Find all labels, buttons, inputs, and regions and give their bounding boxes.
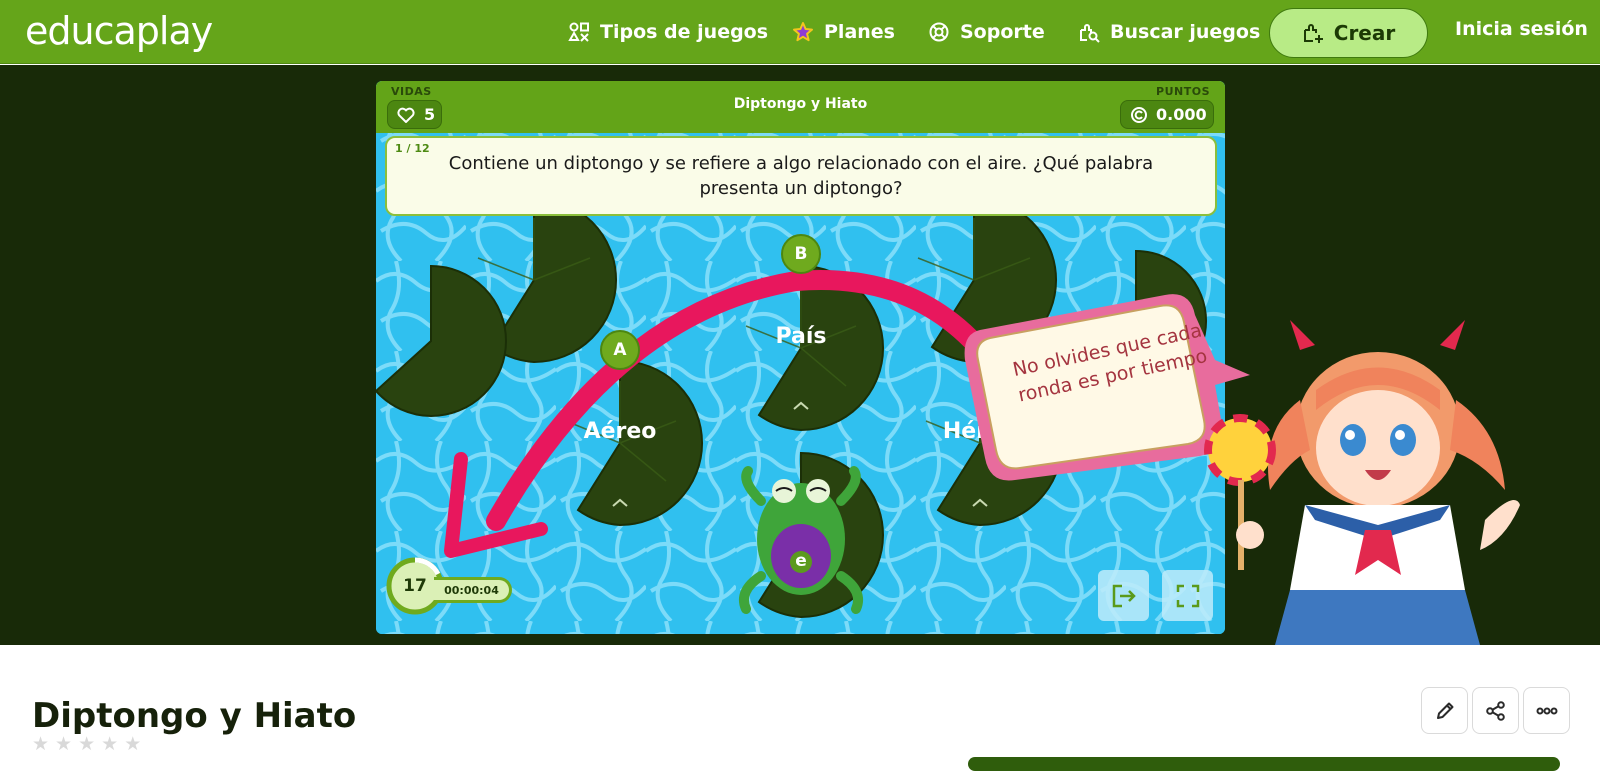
star-rating-icon[interactable]: ★ — [124, 735, 141, 754]
activity-title: Diptongo y Hiato — [32, 696, 357, 736]
create-button[interactable]: Crear — [1269, 8, 1428, 58]
game-title: Diptongo y Hiato — [733, 96, 868, 112]
question-text: Contiene un diptongo y se refiere a algo… — [448, 153, 1154, 199]
nav-label: Tipos de juegos — [600, 21, 769, 43]
points-caption: PUNTOS — [1156, 85, 1210, 98]
share-button[interactable] — [1472, 687, 1519, 734]
mascot-and-bubble — [964, 294, 1520, 645]
nav-item-soporte[interactable]: Soporte — [928, 18, 1045, 46]
star-icon — [793, 22, 813, 42]
star-rating-icon[interactable]: ★ — [101, 735, 118, 754]
points-value: 0.000 — [1156, 105, 1207, 124]
mascot-girl — [1204, 320, 1520, 645]
educaplay-logo[interactable]: educaplay — [25, 9, 213, 53]
nav-label: Planes — [824, 21, 895, 43]
search-puzzle-icon — [1080, 24, 1100, 43]
play-panel-edge — [968, 757, 1560, 771]
login-link[interactable]: Inicia sesión — [1455, 18, 1588, 40]
create-button-label: Crear — [1333, 21, 1396, 45]
answer-option-b[interactable]: País — [721, 324, 881, 349]
share-icon — [1485, 700, 1505, 721]
rating-stars[interactable]: ★ ★ ★ ★ ★ — [32, 735, 141, 754]
star-rating-icon[interactable]: ★ — [55, 735, 72, 754]
game-header: VIDAS 5 Diptongo y Hiato PUNTOS 0.000 — [376, 81, 1225, 133]
points-counter: 0.000 — [1120, 100, 1214, 129]
grid-shapes-icon — [568, 22, 589, 42]
nav-item-buscar-juegos[interactable]: Buscar juegos — [1078, 18, 1260, 46]
lifebuoy-icon — [929, 22, 949, 42]
edit-button[interactable] — [1421, 687, 1468, 734]
star-rating-icon[interactable]: ★ — [78, 735, 95, 754]
answer-badge-a: A — [600, 330, 640, 370]
top-navigation-bar: educaplay Tipos de juegos Planes Soporte — [0, 0, 1600, 64]
star-rating-icon[interactable]: ★ — [32, 735, 49, 754]
more-options-button[interactable] — [1523, 687, 1570, 734]
puzzle-plus-icon — [1303, 24, 1323, 43]
nav-label: Buscar juegos — [1110, 21, 1261, 43]
nav-item-tipos-de-juegos[interactable]: Tipos de juegos — [568, 18, 768, 46]
question-card: 1 / 12 Contiene un diptongo y se refiere… — [385, 136, 1217, 216]
frog-badge: e — [795, 551, 807, 571]
nav-label: Soporte — [960, 21, 1045, 43]
answer-badge-b: B — [781, 234, 821, 274]
pencil-icon — [1436, 702, 1453, 719]
answer-option-a[interactable]: Aéreo — [540, 419, 700, 444]
timer-elapsed: 00:00:04 — [434, 577, 512, 603]
nav-item-planes[interactable]: Planes — [792, 18, 895, 46]
coin-icon — [1131, 106, 1147, 123]
more-horizontal-icon — [1536, 707, 1557, 714]
